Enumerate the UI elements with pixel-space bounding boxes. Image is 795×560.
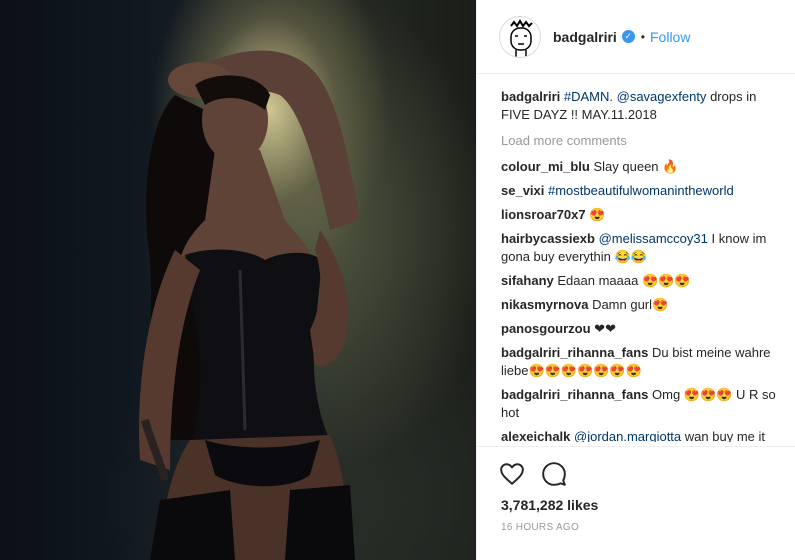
author-username[interactable]: badgalriri (553, 29, 617, 45)
post-caption: badgalriri #DAMN. @savagexfenty drops in… (501, 88, 776, 124)
list-item: hairbycassiexb @melissamccoy31 I know im… (501, 230, 776, 266)
list-item: sifahany Edaan maaaa 😍😍😍 (501, 272, 776, 290)
caption-hashtag[interactable]: #DAMN. (564, 89, 613, 104)
comment-username[interactable]: se_vixi (501, 183, 544, 198)
comment-text: Damn gurl😍 (592, 297, 669, 312)
post-timestamp[interactable]: 16 HOURS AGO (501, 522, 579, 533)
follow-button[interactable]: Follow (650, 29, 690, 45)
list-item: se_vixi #mostbeautifulwomanintheworld (501, 182, 776, 200)
comment-text: 😍 (589, 207, 606, 222)
list-item: badgalriri_rihanna_fans Du bist meine wa… (501, 344, 776, 380)
comment-username[interactable]: badgalriri_rihanna_fans (501, 387, 648, 402)
comment-username[interactable]: sifahany (501, 273, 554, 288)
avatar[interactable] (499, 15, 541, 58)
heart-outline-icon[interactable] (499, 461, 525, 487)
caption-mention[interactable]: @savagexfenty (617, 89, 707, 104)
list-item: nikasmyrnova Damn gurl😍 (501, 296, 776, 314)
post-sidebar: badgalriri ✓ • Follow badgalriri #DAMN. … (476, 0, 795, 560)
comment-mention[interactable]: @melissamccoy31 (599, 231, 708, 246)
likes-count[interactable]: 3,781,282 likes (501, 497, 598, 513)
comment-text: Edaan maaaa 😍😍😍 (557, 273, 691, 288)
comment-username[interactable]: panosgourzou (501, 321, 591, 336)
comment-bubble-icon[interactable] (541, 461, 567, 487)
list-item: lionsroar70x7 😍 (501, 206, 776, 224)
comment-username[interactable]: lionsroar70x7 (501, 207, 586, 222)
list-item: panosgourzou ❤❤ (501, 320, 776, 338)
post-photo[interactable] (0, 0, 476, 560)
caption-username[interactable]: badgalriri (501, 89, 560, 104)
list-item: colour_mi_blu Slay queen 🔥 (501, 158, 776, 176)
avatar-face-icon (510, 18, 533, 57)
comment-username[interactable]: nikasmyrnova (501, 297, 588, 312)
comment-mention[interactable]: @jordan.margiotta (574, 429, 681, 442)
comment-text: ❤❤ (594, 321, 616, 336)
comment-username[interactable]: badgalriri_rihanna_fans (501, 345, 648, 360)
comment-text: Slay queen 🔥 (593, 159, 679, 174)
load-more-comments-button[interactable]: Load more comments (501, 132, 776, 150)
comment-username[interactable]: hairbycassiexb (501, 231, 595, 246)
list-item: badgalriri_rihanna_fans Omg 😍😍😍 U R so h… (501, 386, 776, 422)
comment-text: wan buy me it (684, 429, 765, 442)
list-item: alexeichalk @jordan.margiotta wan buy me… (501, 428, 776, 442)
comment-hashtag[interactable]: #mostbeautifulwomanintheworld (548, 183, 734, 198)
verified-badge-icon: ✓ (621, 30, 635, 43)
comment-list[interactable]: badgalriri #DAMN. @savagexfenty drops in… (477, 86, 795, 442)
comment-username[interactable]: colour_mi_blu (501, 159, 590, 174)
separator-dot: • (640, 29, 645, 44)
post-header: badgalriri ✓ • Follow (477, 0, 795, 74)
comment-username[interactable]: alexeichalk (501, 429, 570, 442)
photo-illustration (139, 50, 360, 560)
post-actions: 3,781,282 likes 16 HOURS AGO (477, 446, 795, 533)
